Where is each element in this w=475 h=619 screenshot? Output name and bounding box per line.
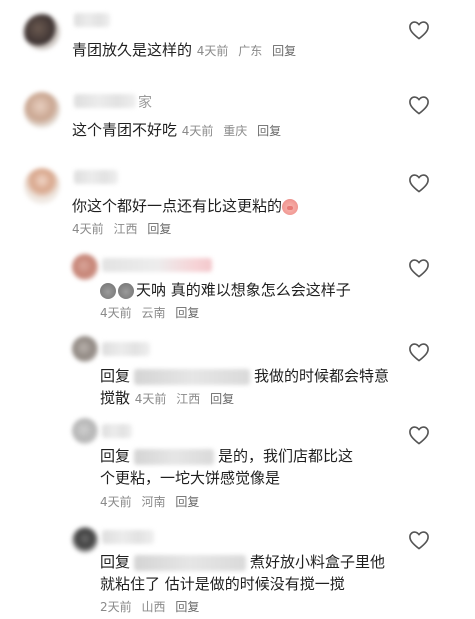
comment-body: 这个青团不好吃	[72, 121, 178, 139]
avatar[interactable]	[72, 254, 98, 280]
reply-location: 河南	[141, 495, 166, 509]
reply-meta: 4天前 河南 回复	[100, 490, 205, 514]
heart-outline-icon[interactable]	[408, 342, 430, 362]
reply-body: 我做的时候都会特意	[254, 367, 390, 385]
reply-text-continued: 搅散 4天前 江西 回复	[100, 386, 240, 411]
avatar[interactable]	[72, 336, 98, 362]
reply-button[interactable]: 回复	[147, 222, 171, 236]
reply-location: 山西	[141, 600, 166, 614]
heart-outline-icon[interactable]	[408, 530, 430, 550]
username[interactable]	[102, 342, 150, 356]
heart-outline-icon[interactable]	[408, 425, 430, 445]
reply-button[interactable]: 回复	[272, 44, 296, 58]
reply-text-continued: 个更粘，一坨大饼感觉像是	[100, 466, 280, 490]
comment-body: 青团放久是这样的	[72, 41, 193, 59]
reply-location: 云南	[141, 306, 166, 320]
avatar[interactable]	[24, 14, 60, 50]
mentioned-user[interactable]	[134, 448, 215, 465]
reply-text: 回复 是的，我们店都比这	[100, 444, 353, 468]
reply-text-continued: 就粘住了 估计是做的时候没有搅一搅	[100, 572, 345, 596]
reply-body: 煮好放小料盒子里他	[250, 553, 386, 571]
reply-time: 4天前	[100, 495, 132, 509]
comment-location: 广东	[238, 44, 263, 58]
reply-prefix: 回复	[100, 553, 131, 571]
reply-meta: 2天前 山西 回复	[100, 595, 205, 619]
comment-time: 4天前	[72, 222, 104, 236]
username[interactable]	[102, 258, 212, 272]
avatar[interactable]	[24, 168, 60, 204]
reply-button[interactable]: 回复	[175, 495, 199, 509]
cat-face-emoji	[100, 282, 116, 299]
comment-time: 4天前	[196, 44, 229, 58]
comment-meta: 4天前 江西 回复	[72, 217, 177, 241]
mentioned-user[interactable]	[134, 554, 247, 571]
reply-body-line2: 搅散	[100, 389, 131, 407]
heart-outline-icon[interactable]	[408, 173, 430, 193]
reply-button[interactable]: 回复	[175, 600, 199, 614]
reply-body-line2: 个更粘，一坨大饼感觉像是	[100, 469, 281, 487]
comment-text: 青团放久是这样的 4天前 广东 回复	[72, 38, 302, 63]
reply-button[interactable]: 回复	[210, 392, 234, 406]
username[interactable]	[102, 530, 154, 544]
reply-text: 回复 我做的时候都会特意	[100, 364, 389, 388]
reply-button[interactable]: 回复	[257, 124, 281, 138]
username[interactable]	[102, 424, 132, 438]
reply-time: 2天前	[100, 600, 132, 614]
reply-text: 天呐 真的难以想象怎么会这样子	[100, 278, 351, 302]
comment-text: 你这个都好一点还有比这更粘的	[72, 194, 300, 218]
reply-time: 4天前	[134, 392, 167, 406]
reply-prefix: 回复	[100, 447, 131, 465]
reply-body: 是的，我们店都比这	[218, 447, 354, 465]
comment-time: 4天前	[181, 124, 214, 138]
comment-location: 重庆	[223, 124, 248, 138]
comment-body: 你这个都好一点还有比这更粘的	[72, 197, 283, 215]
reply-location: 江西	[176, 392, 201, 406]
pig-face-emoji	[282, 198, 299, 215]
heart-outline-icon[interactable]	[408, 95, 430, 115]
comment-location: 江西	[113, 222, 138, 236]
heart-outline-icon[interactable]	[408, 258, 430, 278]
reply-meta: 4天前 云南 回复	[100, 301, 205, 325]
avatar[interactable]	[72, 527, 98, 553]
username[interactable]	[74, 170, 118, 184]
username[interactable]	[74, 13, 110, 27]
reply-button[interactable]: 回复	[175, 306, 199, 320]
heart-outline-icon[interactable]	[408, 20, 430, 40]
username-visible-char: 家	[138, 95, 152, 111]
reply-prefix: 回复	[100, 367, 131, 385]
avatar[interactable]	[72, 418, 98, 444]
comment-text: 这个青团不好吃 4天前 重庆 回复	[72, 118, 287, 143]
reply-time: 4天前	[100, 306, 132, 320]
username[interactable]	[74, 94, 136, 108]
reply-body-line2: 就粘住了 估计是做的时候没有搅一搅	[100, 575, 345, 593]
reply-text: 回复 煮好放小料盒子里他	[100, 550, 385, 574]
reply-body: 天呐 真的难以想象怎么会这样子	[136, 281, 351, 299]
cat-face-emoji	[118, 282, 134, 299]
avatar[interactable]	[24, 92, 60, 128]
mentioned-user[interactable]	[134, 368, 251, 385]
